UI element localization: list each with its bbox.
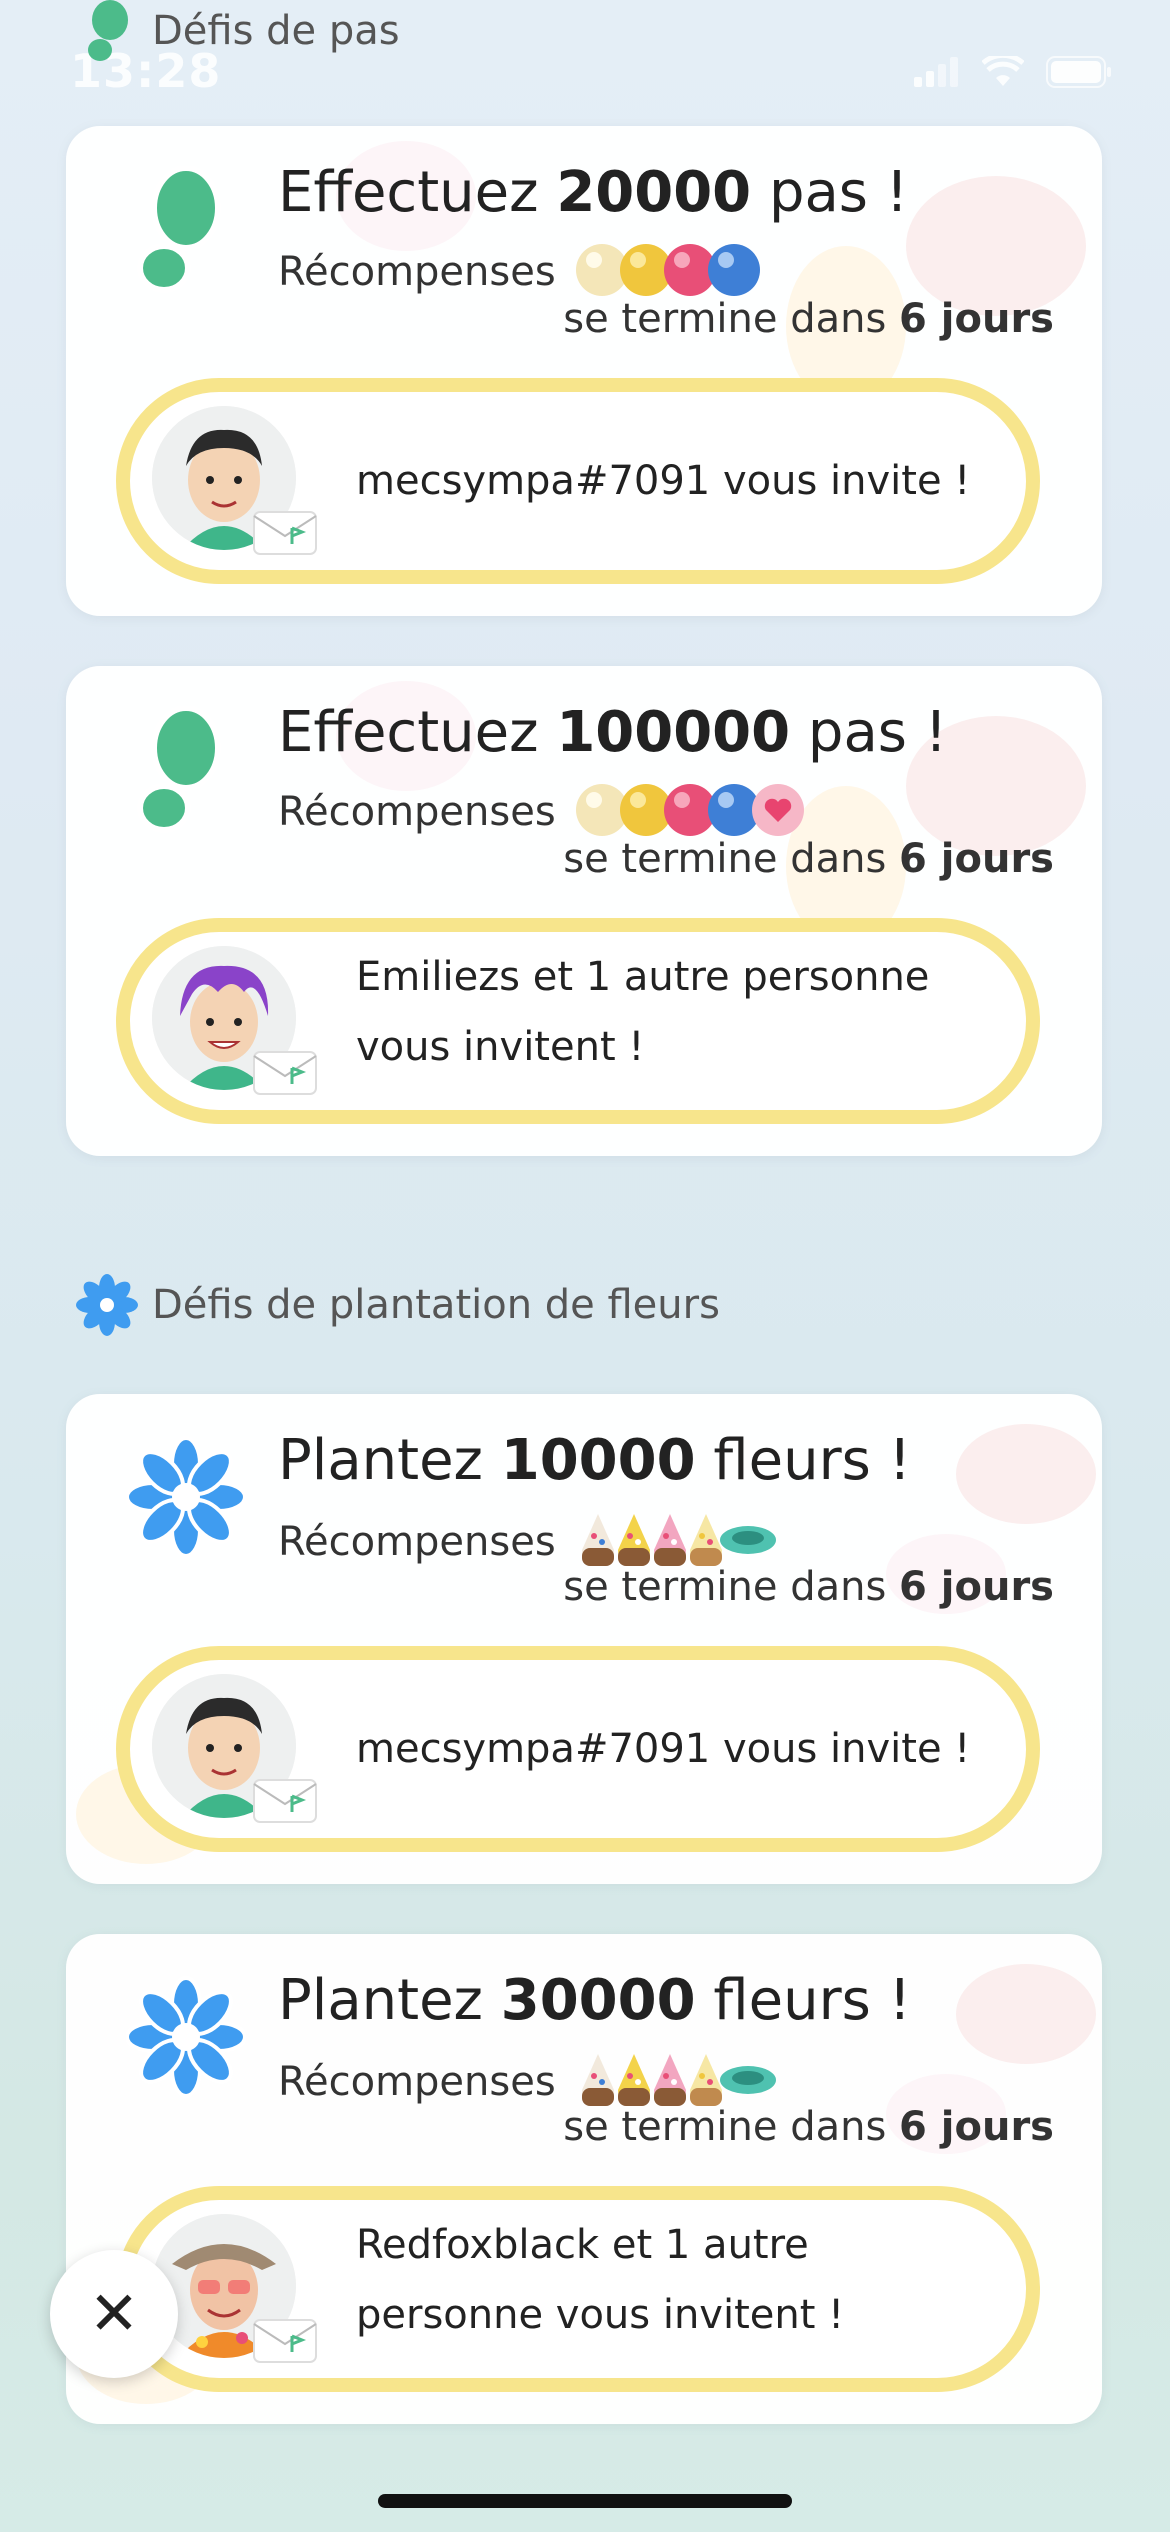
challenge-title: Effectuez 100000 pas ! bbox=[278, 700, 948, 765]
invite-pill[interactable]: Emiliezs et 1 autre personne vous invite… bbox=[116, 918, 1040, 1124]
rewards-row: Récompenses bbox=[278, 782, 806, 842]
home-indicator[interactable] bbox=[378, 2494, 792, 2508]
wifi-icon bbox=[982, 56, 1024, 86]
rewards-label: Récompenses bbox=[278, 2059, 556, 2105]
challenge-title: Plantez 30000 fleurs ! bbox=[278, 1968, 912, 2033]
challenge-card[interactable]: Plantez 10000 fleurs ! Récompenses se te… bbox=[66, 1394, 1102, 1884]
status-icons bbox=[914, 56, 1112, 88]
challenge-title: Plantez 10000 fleurs ! bbox=[278, 1428, 912, 1493]
invite-text: Redfoxblack et 1 autre personne vous inv… bbox=[356, 2222, 845, 2338]
invite-text: mecsympa#7091 vous invite ! bbox=[356, 458, 971, 504]
planter-icon bbox=[718, 1520, 778, 1564]
rewards-label: Récompenses bbox=[278, 789, 556, 835]
blue-bead-icon bbox=[706, 242, 762, 302]
invite-text: Emiliezs et 1 autre personne vous invite… bbox=[356, 954, 930, 1070]
footprint-icon bbox=[126, 705, 246, 846]
invite-pill[interactable]: Redfoxblack et 1 autre personne vous inv… bbox=[116, 2186, 1040, 2392]
invite-pill[interactable]: mecsympa#7091 vous invite ! bbox=[116, 378, 1040, 584]
section-title: Défis de pas bbox=[152, 8, 400, 54]
ends-in: se termine dans 6 jours bbox=[563, 296, 1054, 342]
signal-icon bbox=[914, 57, 958, 87]
challenge-card[interactable]: Effectuez 20000 pas ! Récompenses se ter… bbox=[66, 126, 1102, 616]
reward-icons bbox=[574, 782, 806, 842]
flower-icon bbox=[125, 1974, 247, 2114]
heart-bead-icon bbox=[750, 782, 806, 842]
mail-icon bbox=[252, 510, 318, 556]
section-header-flowers: Défis de plantation de fleurs bbox=[76, 1274, 720, 1336]
ends-in: se termine dans 6 jours bbox=[563, 2104, 1054, 2150]
rewards-label: Récompenses bbox=[278, 1519, 556, 1565]
ends-in: se termine dans 6 jours bbox=[563, 836, 1054, 882]
challenge-card[interactable]: Effectuez 100000 pas ! Récompenses se te… bbox=[66, 666, 1102, 1156]
ends-in: se termine dans 6 jours bbox=[563, 1564, 1054, 1610]
mail-icon bbox=[252, 1050, 318, 1096]
mail-icon bbox=[252, 2318, 318, 2364]
close-button[interactable]: ✕ bbox=[50, 2250, 178, 2378]
rewards-label: Récompenses bbox=[278, 249, 556, 295]
challenge-title: Effectuez 20000 pas ! bbox=[278, 160, 909, 225]
footprint-icon bbox=[76, 0, 138, 62]
close-icon: ✕ bbox=[88, 2279, 140, 2349]
reward-icons bbox=[574, 242, 762, 302]
mail-icon bbox=[252, 1778, 318, 1824]
flower-icon bbox=[76, 1274, 138, 1336]
invite-pill[interactable]: mecsympa#7091 vous invite ! bbox=[116, 1646, 1040, 1852]
rewards-row: Récompenses bbox=[278, 242, 762, 302]
planter-icon bbox=[718, 2060, 778, 2104]
challenge-card[interactable]: Plantez 30000 fleurs ! Récompenses se te… bbox=[66, 1934, 1102, 2424]
footprint-icon bbox=[126, 165, 246, 306]
invite-text: mecsympa#7091 vous invite ! bbox=[356, 1726, 971, 1772]
flower-icon bbox=[125, 1434, 247, 1574]
battery-icon bbox=[1046, 56, 1111, 88]
section-header-steps: Défis de pas bbox=[76, 0, 400, 62]
section-title: Défis de plantation de fleurs bbox=[152, 1282, 720, 1328]
